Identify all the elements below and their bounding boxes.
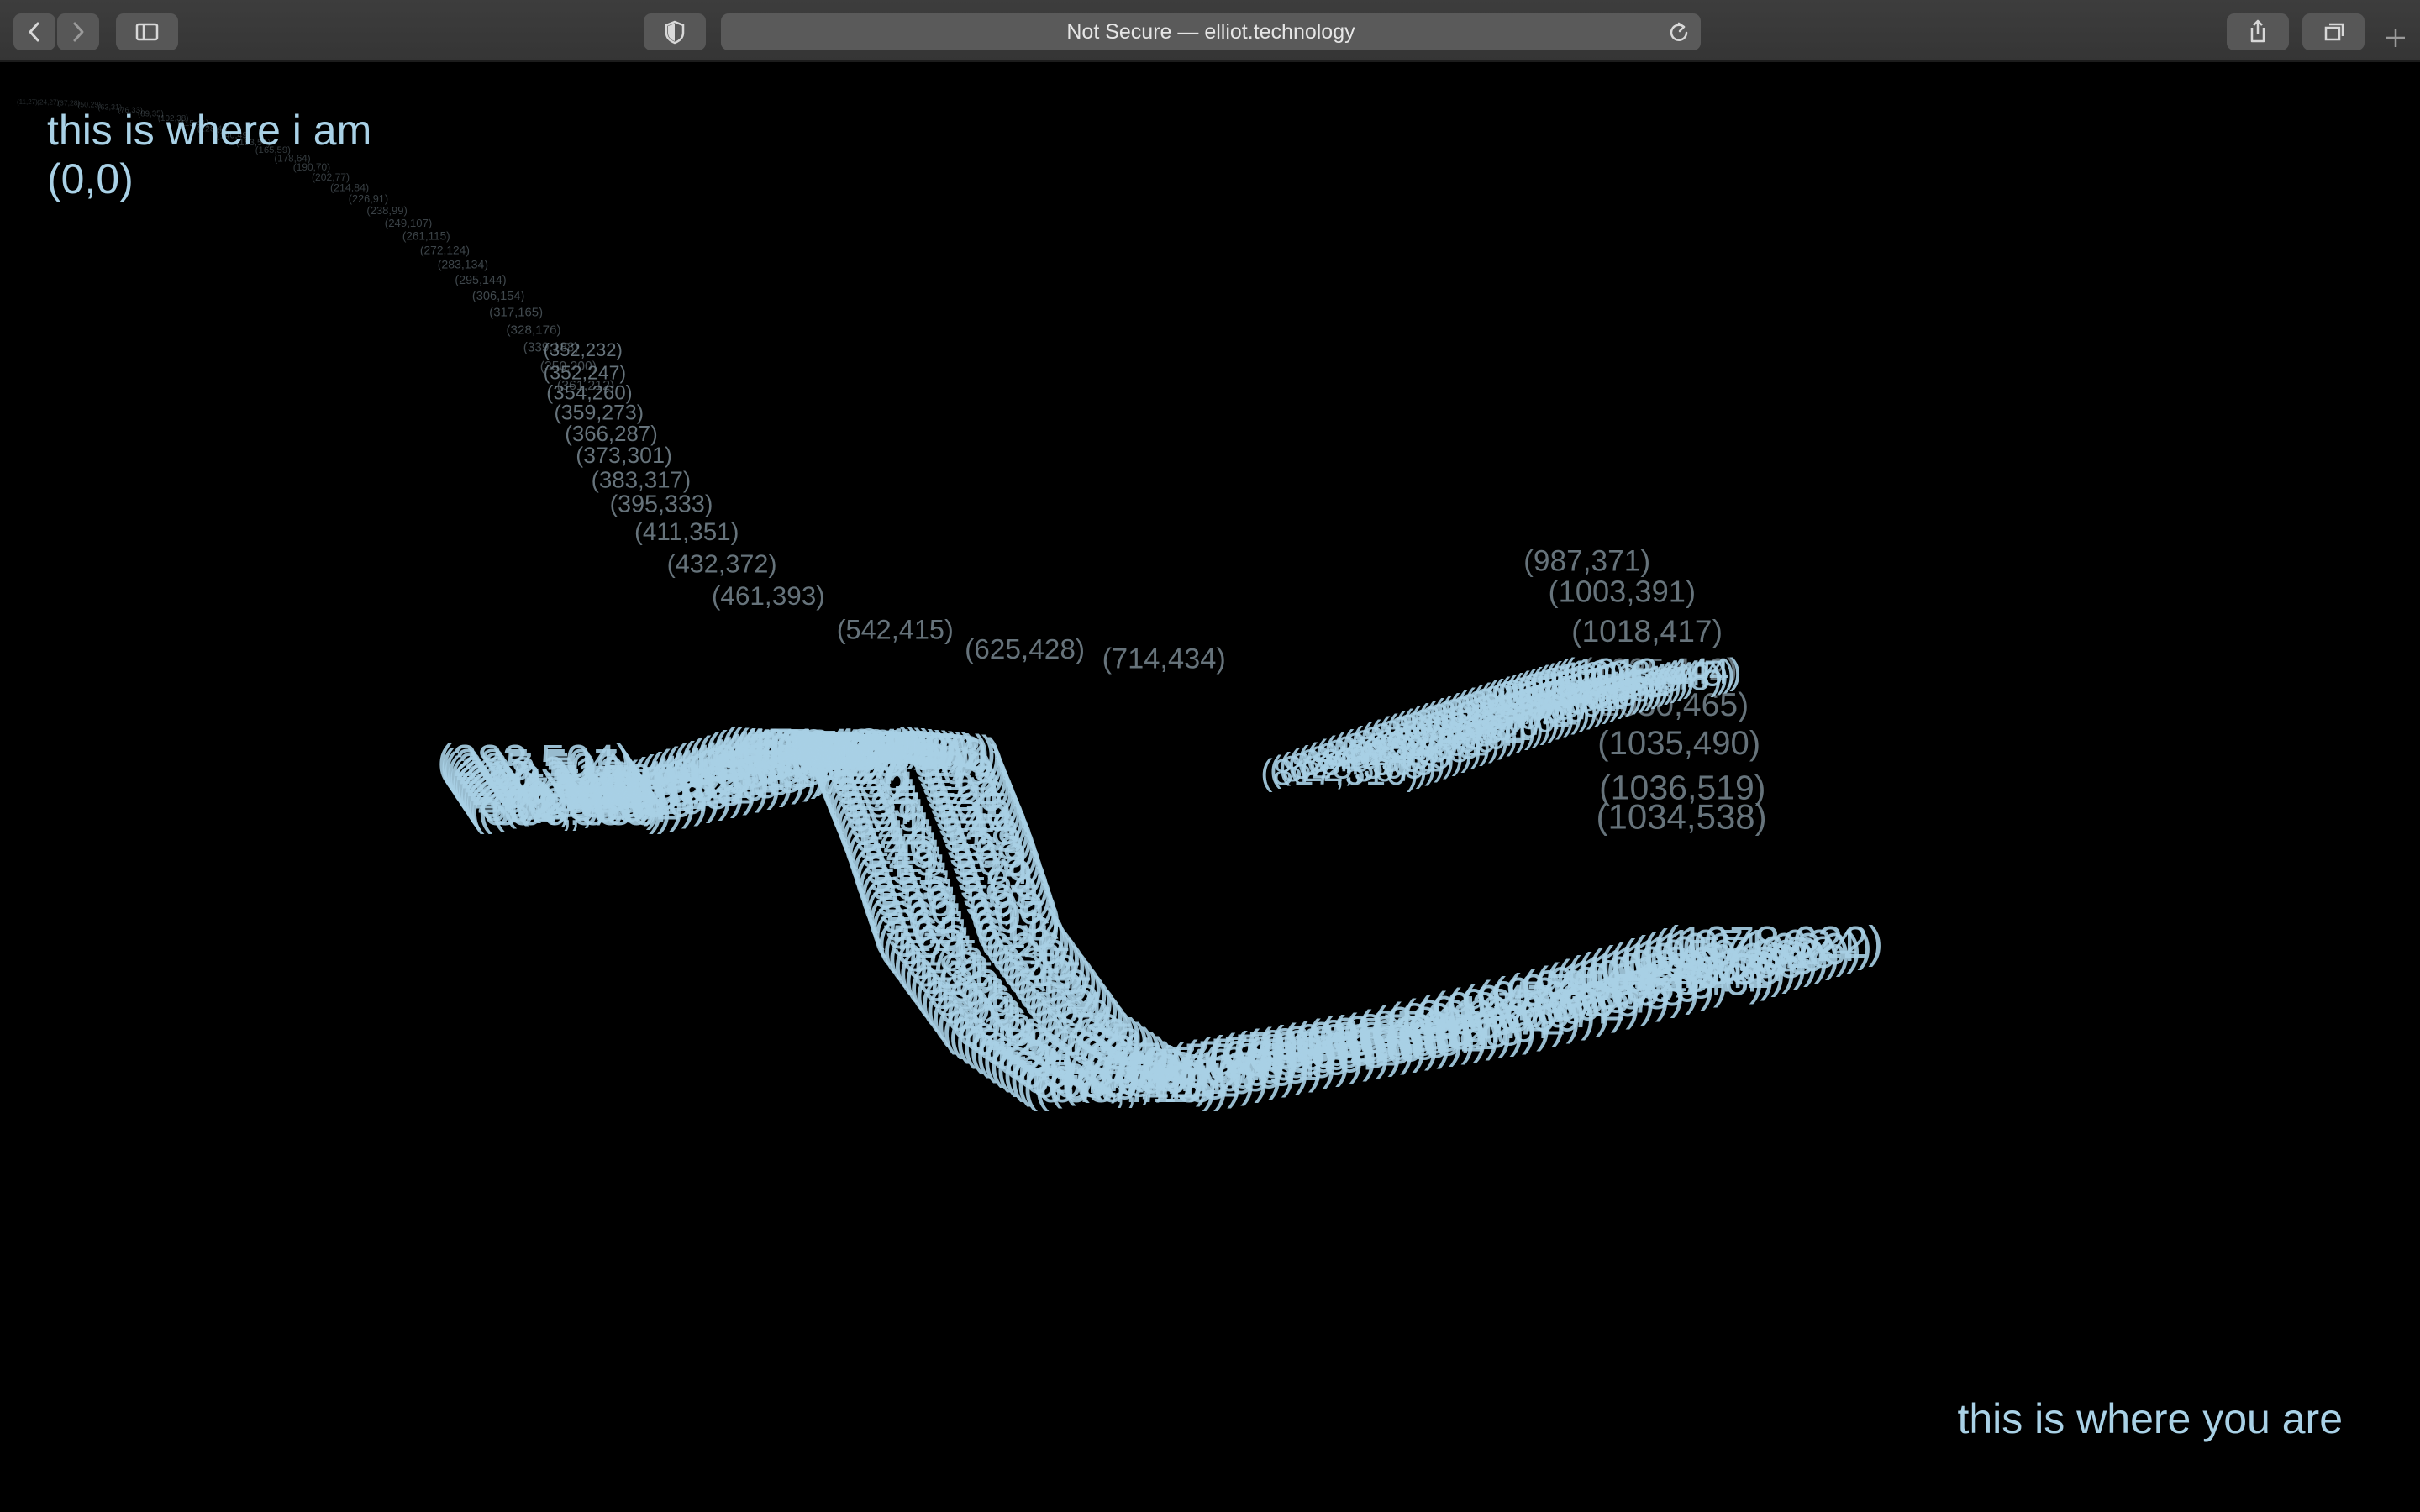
trail-coordinate-dense: (1013,444): [1563, 651, 1742, 692]
trail-coordinate: (1003,391): [1549, 574, 1697, 608]
trail-coordinate: (714,434): [1102, 643, 1226, 675]
trail-coordinate: (359,273): [555, 402, 644, 425]
trail-coordinate: (461,393): [712, 580, 825, 611]
trail-coordinate: (373,301): [576, 443, 672, 468]
privacy-report-button[interactable]: [644, 13, 706, 50]
tabs-overview-icon: [2324, 23, 2344, 41]
address-text: Not Secure — elliot.technology: [1066, 20, 1355, 44]
reload-icon[interactable]: [1667, 20, 1691, 44]
back-button[interactable]: [13, 13, 55, 50]
trail-coordinate: (987,371): [1523, 545, 1650, 578]
share-button[interactable]: [2227, 13, 2289, 50]
trail-coordinate-faint: (249,107): [385, 217, 432, 229]
trail-coordinate: (352,232): [544, 339, 623, 360]
chevron-left-icon: [29, 22, 39, 42]
trail-coordinate-faint: (306,154): [472, 290, 524, 303]
chevron-right-icon: [73, 22, 84, 42]
shield-icon: [665, 20, 685, 45]
trail-coordinate-faint: (11,27): [17, 98, 38, 106]
trail-coordinate-faint: (295,144): [455, 274, 506, 287]
trail-coordinate-dense: (283,504): [437, 736, 631, 786]
trail-coordinate-faint: (24,27): [37, 97, 60, 106]
trail-coordinate: (542,415): [837, 614, 954, 644]
trail-coordinate: (411,351): [634, 518, 739, 546]
origin-label: this is where i am: [47, 107, 372, 154]
sidebar-icon: [135, 23, 159, 41]
trail-coordinate: (395,333): [610, 491, 713, 518]
mouse-trail: (11,27) (24,27)(37,28)(50,29)(63,31)(76,3…: [17, 97, 1883, 1112]
destination-label: this is where you are: [1957, 1395, 2343, 1442]
trail-coordinate: (1035,490): [1597, 725, 1760, 762]
page-canvas[interactable]: (11,27) (24,27) (37,28) (50,29) (63,31) (76,3…: [0, 62, 2420, 1512]
trail-coordinate: (1018,417): [1571, 613, 1723, 648]
trail-coordinate-faint: (317,165): [489, 307, 543, 320]
trail-coordinate: (383,317): [592, 466, 692, 492]
tabs-overview-button[interactable]: [2302, 13, 2365, 50]
plus-icon[interactable]: [2383, 25, 2408, 50]
trail-coordinate-faint: (238,99): [366, 204, 407, 217]
trail-coordinate: (625,428): [965, 634, 1085, 665]
trail-coordinate: (352,247): [544, 362, 626, 384]
trail-coordinate: (432,372): [667, 549, 777, 578]
sidebar-button[interactable]: [116, 13, 178, 50]
forward-button[interactable]: [57, 13, 99, 50]
trail-coordinate-faint: (226,91): [349, 193, 388, 205]
address-bar[interactable]: Not Secure — elliot.technology: [721, 13, 1701, 50]
trail-coordinate-faint: (328,176): [507, 323, 561, 337]
trail-coordinate: (1034,538): [1597, 796, 1767, 836]
trail-coordinate-faint: (261,115): [402, 230, 450, 243]
browser-toolbar: Not Secure — elliot.technology: [0, 0, 2420, 62]
trail-coordinate-faint: (272,124): [420, 244, 470, 256]
trail-coordinate-faint: (214,84): [330, 182, 369, 194]
share-icon: [2250, 19, 2265, 43]
trail-coordinate-faint: (283,134): [438, 258, 488, 271]
origin-coordinate: (0,0): [47, 155, 134, 202]
